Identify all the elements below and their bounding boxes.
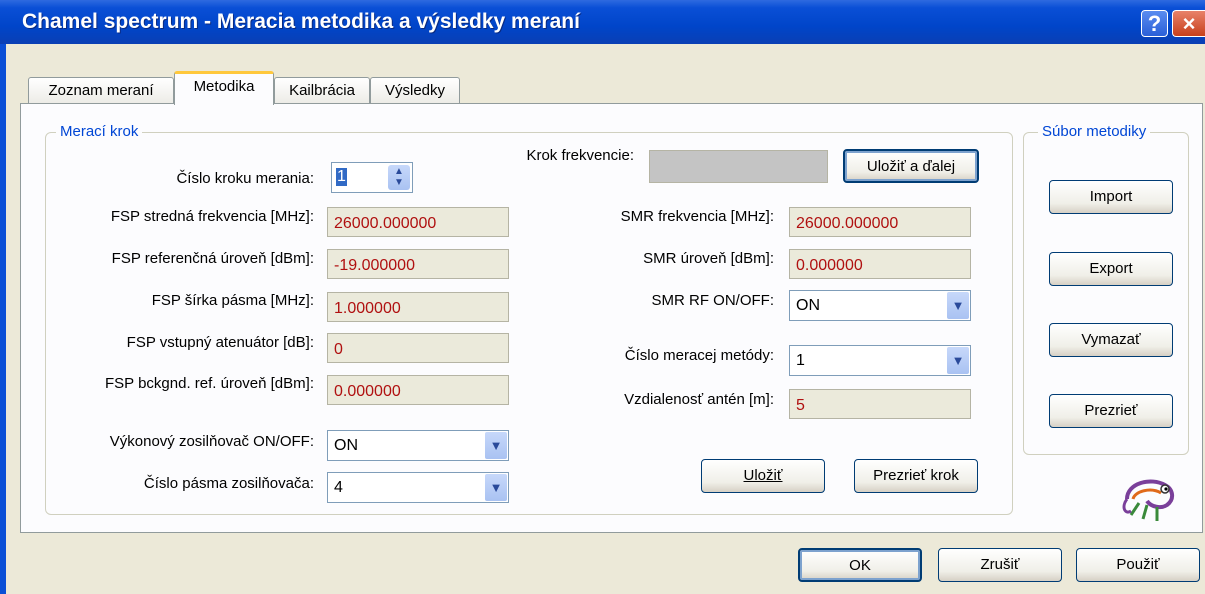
title-bar[interactable]: Chamel spectrum - Meracia metodika a výs… <box>0 0 1205 44</box>
save-label: Uložiť <box>743 467 783 484</box>
fsp-center-label: FSP stredná frekvencia [MHz]: <box>110 208 314 225</box>
tab-metodika[interactable]: Metodika <box>174 71 274 105</box>
window-title: Chamel spectrum - Meracia metodika a výs… <box>22 10 580 33</box>
fsp-bckgnd-label: FSP bckgnd. ref. úroveň [dBm]: <box>105 375 314 392</box>
export-label: Export <box>1089 260 1133 277</box>
fsp-bw-label: FSP šírka pásma [MHz]: <box>151 292 314 309</box>
amp-band-value: 4 <box>334 479 343 496</box>
window-frame-left <box>0 44 6 594</box>
measurement-step-group: Merací krok <box>45 123 1013 515</box>
chevron-down-icon[interactable]: ▼ <box>947 292 969 319</box>
amp-on-select[interactable]: ON ▼ <box>327 430 509 461</box>
ok-label: OK <box>849 557 871 574</box>
method-no-select[interactable]: 1 ▼ <box>789 345 971 376</box>
ok-button[interactable]: OK <box>798 548 922 582</box>
smr-rf-value: ON <box>796 297 820 314</box>
freq-step-field[interactable] <box>649 150 828 183</box>
fsp-bw-field[interactable]: 1.000000 <box>327 292 509 322</box>
amp-on-value: ON <box>334 437 358 454</box>
tab-zoznam-merani[interactable]: Zoznam meraní <box>28 77 174 104</box>
smr-rf-label: SMR RF ON/OFF: <box>651 292 775 309</box>
tab-panel-metodika: Merací krok Číslo kroku merania: 1 ▲ ▼ FS… <box>20 103 1203 533</box>
import-button[interactable]: Import <box>1049 180 1173 214</box>
chameleon-icon <box>1122 479 1174 521</box>
smr-level-field[interactable]: 0.000000 <box>789 249 971 279</box>
chevron-down-icon[interactable]: ▼ <box>485 474 507 501</box>
save-next-label: Uložiť a ďalej <box>866 158 956 175</box>
method-file-legend: Súbor metodiky <box>1038 123 1151 140</box>
help-button[interactable]: ? <box>1141 10 1168 37</box>
freq-step-label: Krok frekvencie: <box>526 147 634 164</box>
save-button[interactable]: Uložiť <box>701 459 825 493</box>
method-no-label: Číslo meracej metódy: <box>624 347 774 364</box>
view-step-label: Prezrieť krok <box>873 467 959 484</box>
fsp-ref-field[interactable]: -19.000000 <box>327 249 509 279</box>
fsp-bckgnd-field[interactable]: 0.000000 <box>327 375 509 405</box>
amp-band-select[interactable]: 4 ▼ <box>327 472 509 503</box>
step-number-spinner[interactable]: 1 ▲ ▼ <box>331 162 413 193</box>
close-button[interactable]: × <box>1172 10 1205 37</box>
antenna-dist-label: Vzdialenosť antén [m]: <box>624 391 774 408</box>
delete-label: Vymazať <box>1081 331 1141 348</box>
apply-button[interactable]: Použiť <box>1076 548 1200 582</box>
export-button[interactable]: Export <box>1049 252 1173 286</box>
chevron-down-icon[interactable]: ▼ <box>947 347 969 374</box>
amp-on-label: Výkonový zosilňovač ON/OFF: <box>109 433 314 450</box>
tab-vysledky[interactable]: Výsledky <box>370 77 460 104</box>
save-next-button[interactable]: Uložiť a ďalej <box>843 149 979 183</box>
measurement-step-legend: Merací krok <box>56 123 143 140</box>
delete-button[interactable]: Vymazať <box>1049 323 1173 357</box>
tab-kalibracia[interactable]: Kailbrácia <box>274 77 370 104</box>
antenna-dist-field[interactable]: 5 <box>789 389 971 419</box>
smr-level-label: SMR úroveň [dBm]: <box>643 250 774 267</box>
smr-freq-label: SMR frekvencia [MHz]: <box>620 208 774 225</box>
fsp-att-label: FSP vstupný atenuátor [dB]: <box>126 334 314 351</box>
step-number-value[interactable]: 1 <box>336 168 347 186</box>
apply-label: Použiť <box>1116 556 1160 573</box>
chevron-down-icon[interactable]: ▼ <box>485 432 507 459</box>
view-label: Prezrieť <box>1084 402 1138 419</box>
method-no-value: 1 <box>796 352 805 369</box>
amp-band-label: Číslo pásma zosilňovača: <box>143 475 314 492</box>
fsp-center-field[interactable]: 26000.000000 <box>327 207 509 237</box>
smr-freq-field[interactable]: 26000.000000 <box>789 207 971 237</box>
view-step-button[interactable]: Prezrieť krok <box>854 459 978 493</box>
cancel-label: Zrušiť <box>980 556 1020 573</box>
spinner-arrows-icon[interactable]: ▲ ▼ <box>388 165 410 190</box>
cancel-button[interactable]: Zrušiť <box>938 548 1062 582</box>
import-label: Import <box>1089 188 1133 205</box>
smr-rf-select[interactable]: ON ▼ <box>789 290 971 321</box>
view-button[interactable]: Prezrieť <box>1049 394 1173 428</box>
fsp-att-field[interactable]: 0 <box>327 333 509 363</box>
step-number-label: Číslo kroku merania: <box>176 170 314 187</box>
fsp-ref-label: FSP referenčná úroveň [dBm]: <box>111 250 314 267</box>
